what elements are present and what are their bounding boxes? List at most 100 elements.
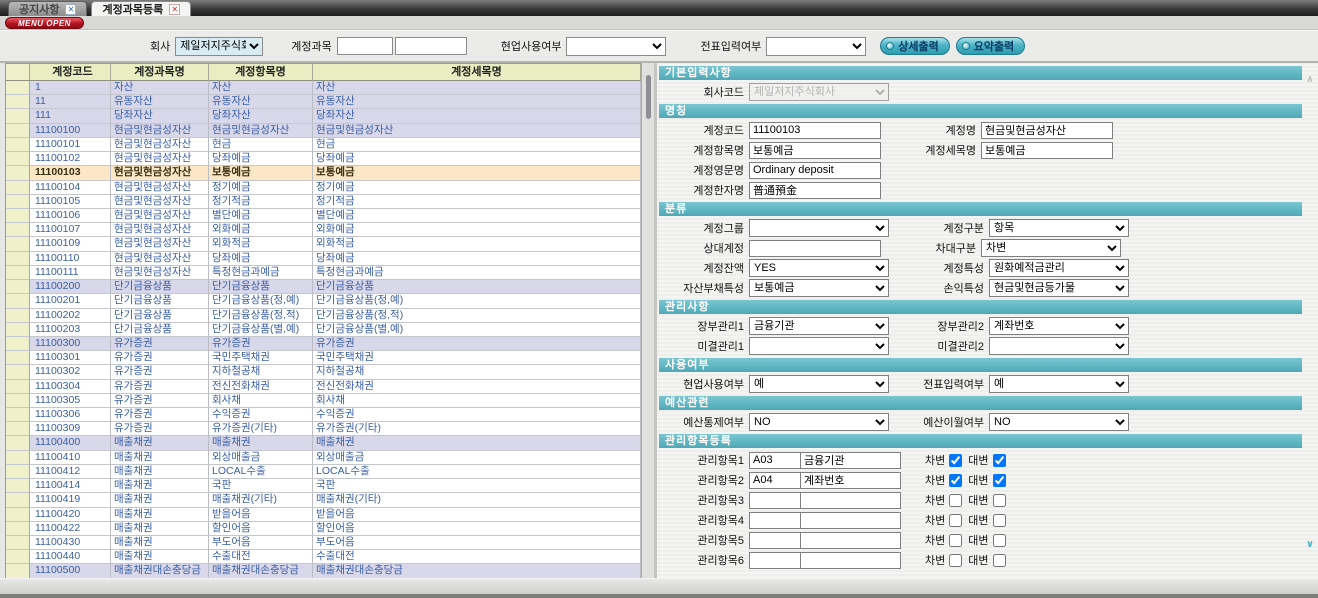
table-row[interactable]: 11100201단기금융상품단기금융상품(정,예)단기금융상품(정,예) bbox=[6, 294, 641, 308]
account-group-select[interactable] bbox=[749, 219, 889, 237]
profit-loss-trait-select[interactable]: 현금및현금등가물 bbox=[989, 279, 1129, 297]
mgmt-item-name-input[interactable] bbox=[801, 452, 901, 469]
row-selector-cell[interactable] bbox=[6, 81, 30, 95]
row-selector-cell[interactable] bbox=[6, 209, 30, 223]
close-icon[interactable]: ✕ bbox=[65, 4, 76, 15]
debit-checkbox[interactable] bbox=[949, 534, 962, 547]
pending-mgmt1-select[interactable] bbox=[749, 337, 889, 355]
table-row[interactable]: 11100440매출채권수출대전수출대전 bbox=[6, 550, 641, 564]
row-selector-cell[interactable] bbox=[6, 95, 30, 109]
table-row[interactable]: 11100110현금및현금성자산당좌예금당좌예금 bbox=[6, 252, 641, 266]
header-account-item[interactable]: 계정항목명 bbox=[209, 64, 313, 81]
row-selector-cell[interactable] bbox=[6, 550, 30, 564]
tab-account-registration[interactable]: 계정과목등록 ✕ bbox=[91, 1, 191, 16]
credit-checkbox[interactable] bbox=[993, 494, 1006, 507]
table-row[interactable]: 11100105현금및현금성자산정기적금정기적금 bbox=[6, 195, 641, 209]
row-selector-cell[interactable] bbox=[6, 195, 30, 209]
row-selector-cell[interactable] bbox=[6, 479, 30, 493]
header-account-detail[interactable]: 계정세목명 bbox=[313, 64, 641, 81]
row-selector-cell[interactable] bbox=[6, 138, 30, 152]
credit-checkbox[interactable] bbox=[993, 534, 1006, 547]
row-selector-cell[interactable] bbox=[6, 280, 30, 294]
table-row[interactable]: 11100301유가증권국민주택채권국민주택채권 bbox=[6, 351, 641, 365]
mgmt-item-name-input[interactable] bbox=[801, 512, 901, 529]
row-selector-cell[interactable] bbox=[6, 522, 30, 536]
row-selector-cell[interactable] bbox=[6, 309, 30, 323]
credit-checkbox[interactable] bbox=[993, 474, 1006, 487]
panel-scroll-up-icon[interactable]: ∧ bbox=[1306, 75, 1314, 85]
table-row[interactable]: 11100400매출채권매출채권매출채권 bbox=[6, 436, 641, 450]
row-selector-cell[interactable] bbox=[6, 223, 30, 237]
account-trait-select[interactable]: 원화예적금관리 bbox=[989, 259, 1129, 277]
debit-checkbox[interactable] bbox=[949, 474, 962, 487]
row-selector-cell[interactable] bbox=[6, 564, 30, 578]
debit-credit-division-select[interactable]: 차변 bbox=[981, 239, 1121, 257]
mgmt-item-code-input[interactable] bbox=[749, 552, 801, 569]
table-row[interactable]: 11100500매출채권대손충당금매출채권대손충당금매출채권대손충당금 bbox=[6, 564, 641, 578]
debit-checkbox[interactable] bbox=[949, 554, 962, 567]
row-selector-cell[interactable] bbox=[6, 536, 30, 550]
table-row[interactable]: 11100109현금및현금성자산외화적금외화적금 bbox=[6, 237, 641, 251]
menu-open-button[interactable]: MENU OPEN bbox=[5, 17, 84, 29]
mgmt-item-code-input[interactable] bbox=[749, 512, 801, 529]
mgmt-item-name-input[interactable] bbox=[801, 532, 901, 549]
table-row[interactable]: 11100203단기금융상품단기금융상품(별,예)단기금융상품(별,예) bbox=[6, 323, 641, 337]
row-selector-cell[interactable] bbox=[6, 351, 30, 365]
mgmt-item-code-input[interactable] bbox=[749, 472, 801, 489]
table-row[interactable]: 11100306유가증권수익증권수익증권 bbox=[6, 408, 641, 422]
row-selector-cell[interactable] bbox=[6, 451, 30, 465]
book-mgmt2-select[interactable]: 계좌번호 bbox=[989, 317, 1129, 335]
field-use-select[interactable]: 예 bbox=[749, 375, 889, 393]
table-row[interactable]: 11100304유가증권전신전화채권전신전화채권 bbox=[6, 380, 641, 394]
row-selector-cell[interactable] bbox=[6, 408, 30, 422]
slip-entry-select[interactable]: 예 bbox=[989, 375, 1129, 393]
debit-checkbox[interactable] bbox=[949, 514, 962, 527]
company-code-select[interactable]: 제일저지주식회사 bbox=[749, 83, 889, 101]
book-mgmt1-select[interactable]: 금융기관 bbox=[749, 317, 889, 335]
row-selector-cell[interactable] bbox=[6, 465, 30, 479]
budget-control-select[interactable]: NO bbox=[749, 413, 889, 431]
field-use-filter-select[interactable] bbox=[566, 37, 666, 56]
row-selector-cell[interactable] bbox=[6, 294, 30, 308]
row-selector-cell[interactable] bbox=[6, 394, 30, 408]
table-row[interactable]: 11100305유가증권회사채회사채 bbox=[6, 394, 641, 408]
row-selector-cell[interactable] bbox=[6, 252, 30, 266]
table-row[interactable]: 11유동자산유동자산유동자산 bbox=[6, 95, 641, 109]
mgmt-item-name-input[interactable] bbox=[801, 552, 901, 569]
table-scrollbar-thumb[interactable] bbox=[646, 75, 651, 119]
row-selector-cell[interactable] bbox=[6, 166, 30, 180]
debit-checkbox[interactable] bbox=[949, 494, 962, 507]
table-row[interactable]: 11100309유가증권유가증권(기타)유가증권(기타) bbox=[6, 422, 641, 436]
table-row[interactable]: 11100200단기금융상품단기금융상품단기금융상품 bbox=[6, 280, 641, 294]
row-selector-cell[interactable] bbox=[6, 109, 30, 123]
panel-scroll-down-icon[interactable]: ∨ bbox=[1306, 540, 1314, 550]
header-account-name[interactable]: 계정과목명 bbox=[111, 64, 209, 81]
credit-checkbox[interactable] bbox=[993, 554, 1006, 567]
header-account-code[interactable]: 계정코드 bbox=[30, 64, 111, 81]
account-hanja-input[interactable] bbox=[749, 182, 881, 199]
account-name-input[interactable] bbox=[981, 122, 1113, 139]
table-row[interactable]: 11100102현금및현금성자산당좌예금당좌예금 bbox=[6, 152, 641, 166]
credit-checkbox[interactable] bbox=[993, 454, 1006, 467]
table-row[interactable]: 11100111현금및현금성자산특정현금과예금특정현금과예금 bbox=[6, 266, 641, 280]
table-row[interactable]: 11100104현금및현금성자산정기예금정기예금 bbox=[6, 181, 641, 195]
table-row[interactable]: 11100410매출채권외상매출금외상매출금 bbox=[6, 451, 641, 465]
table-row[interactable]: 111당좌자산당좌자산당좌자산 bbox=[6, 109, 641, 123]
row-selector-cell[interactable] bbox=[6, 436, 30, 450]
row-selector-cell[interactable] bbox=[6, 237, 30, 251]
row-selector-cell[interactable] bbox=[6, 380, 30, 394]
table-row[interactable]: 11100103현금및현금성자산보통예금보통예금 bbox=[6, 166, 641, 180]
row-selector-cell[interactable] bbox=[6, 422, 30, 436]
table-row[interactable]: 11100202단기금융상품단기금융상품(정,적)단기금융상품(정,적) bbox=[6, 309, 641, 323]
row-selector-cell[interactable] bbox=[6, 508, 30, 522]
account-division-select[interactable]: 항목 bbox=[989, 219, 1129, 237]
table-row[interactable]: 11100420매출채권받을어음받을어음 bbox=[6, 508, 641, 522]
counter-account-input[interactable] bbox=[749, 240, 881, 257]
table-row[interactable]: 11100106현금및현금성자산별단예금별단예금 bbox=[6, 209, 641, 223]
row-selector-cell[interactable] bbox=[6, 152, 30, 166]
table-row[interactable]: 11100300유가증권유가증권유가증권 bbox=[6, 337, 641, 351]
mgmt-item-code-input[interactable] bbox=[749, 532, 801, 549]
table-row[interactable]: 11100422매출채권할인어음할인어음 bbox=[6, 522, 641, 536]
row-selector-cell[interactable] bbox=[6, 337, 30, 351]
row-selector-cell[interactable] bbox=[6, 365, 30, 379]
